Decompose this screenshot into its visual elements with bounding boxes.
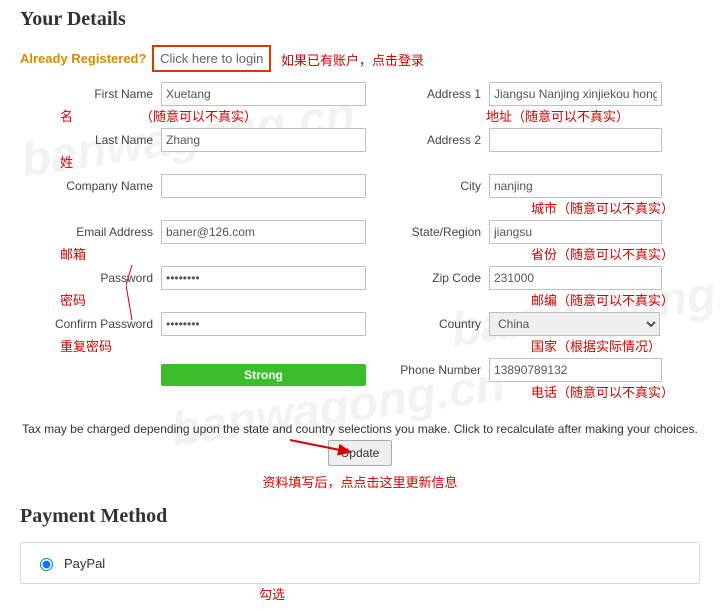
payment-method-heading: Payment Method: [20, 505, 700, 528]
state-label: State/Region: [376, 225, 489, 239]
login-link[interactable]: Click here to login: [152, 45, 271, 72]
already-registered-label[interactable]: Already Registered?: [20, 51, 146, 66]
phone-note: 电话 （随意可以不真实）: [376, 386, 700, 404]
password-label: Password: [20, 271, 161, 285]
last-name-note: 姓: [20, 156, 366, 174]
update-button[interactable]: Update: [328, 440, 393, 466]
first-name-note: 名 （随意可以不真实）: [20, 110, 366, 128]
last-name-input[interactable]: [161, 128, 366, 152]
city-note: 城市 （随意可以不真实）: [376, 202, 700, 220]
city-input[interactable]: [489, 174, 662, 198]
country-note: 国家 （根据实际情况）: [376, 340, 700, 358]
country-label: Country: [376, 317, 489, 331]
first-name-label: First Name: [20, 87, 161, 101]
login-note: 如果已有账户，点击登录: [281, 53, 424, 68]
password-note: 密码: [20, 294, 366, 312]
company-input[interactable]: [161, 174, 366, 198]
password-input[interactable]: [161, 266, 366, 290]
confirm-password-note: 重复密码: [20, 340, 366, 358]
country-select[interactable]: China: [489, 312, 660, 336]
state-input[interactable]: [489, 220, 662, 244]
zip-label: Zip Code: [376, 271, 489, 285]
email-label: Email Address: [20, 225, 161, 239]
email-note: 邮箱: [20, 248, 366, 266]
last-name-label: Last Name: [20, 133, 161, 147]
address1-label: Address 1: [376, 87, 489, 101]
phone-input[interactable]: [489, 358, 662, 382]
password-strength: Strong: [161, 364, 366, 386]
already-registered-row: Already Registered? Click here to login …: [20, 45, 700, 72]
payment-box: PayPal: [20, 542, 700, 584]
paypal-radio[interactable]: [40, 558, 53, 571]
phone-label: Phone Number: [376, 363, 489, 377]
address1-note: 地址 （随意可以不真实）: [376, 110, 700, 128]
city-label: City: [376, 179, 489, 193]
your-details-heading: Your Details: [20, 8, 700, 31]
email-input[interactable]: [161, 220, 366, 244]
gouxuan-note: 勾选: [0, 584, 612, 603]
paypal-label: PayPal: [64, 556, 105, 571]
zip-input[interactable]: [489, 266, 662, 290]
first-name-input[interactable]: [161, 82, 366, 106]
company-label: Company Name: [20, 179, 161, 193]
state-note: 省份 （随意可以不真实）: [376, 248, 700, 266]
paypal-option[interactable]: PayPal: [35, 555, 685, 571]
update-note: 资料填写后，点点击这里更新信息: [20, 472, 700, 491]
address2-label: Address 2: [376, 133, 489, 147]
address2-input[interactable]: [489, 128, 662, 152]
address1-input[interactable]: [489, 82, 662, 106]
zip-note: 邮编 （随意可以不真实）: [376, 294, 700, 312]
confirm-password-input[interactable]: [161, 312, 366, 336]
confirm-password-label: Confirm Password: [20, 317, 161, 331]
tax-notice: Tax may be charged depending upon the st…: [20, 422, 700, 436]
